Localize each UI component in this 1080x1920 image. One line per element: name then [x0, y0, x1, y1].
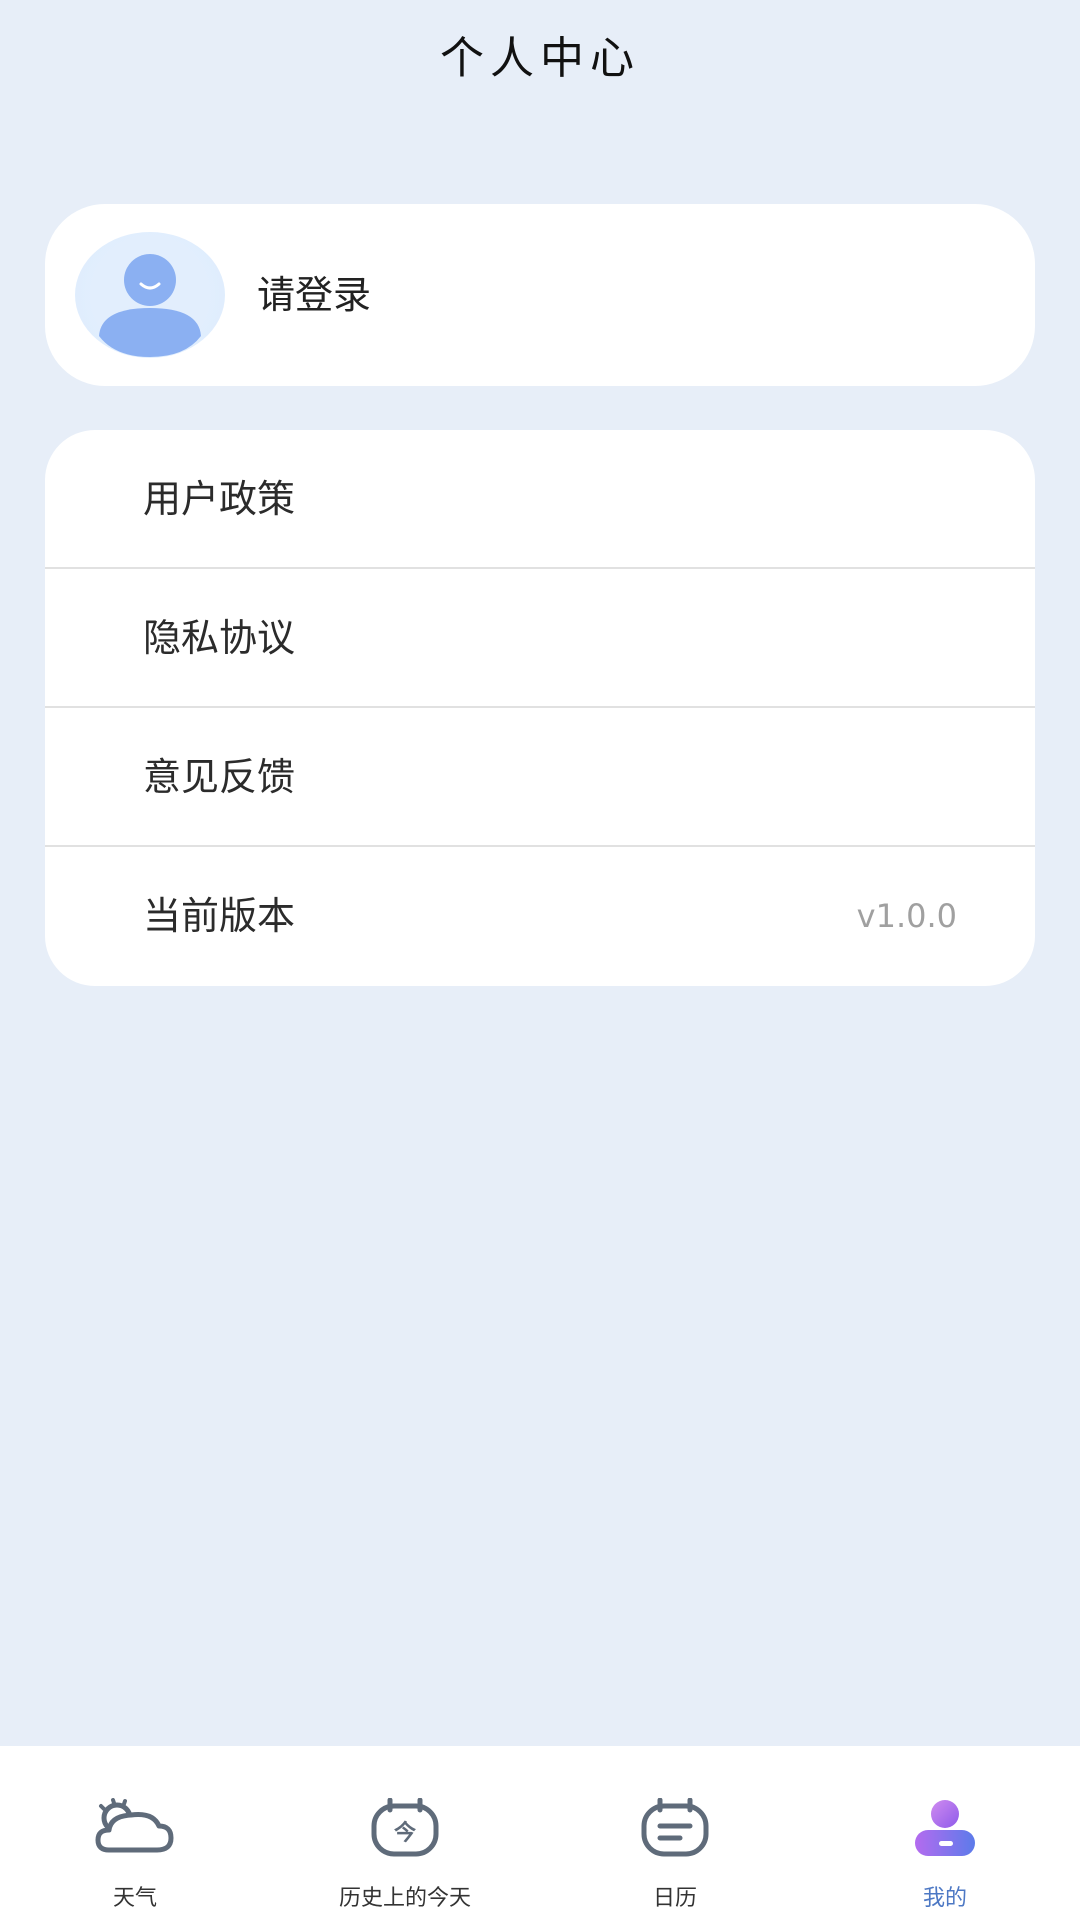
today-calendar-icon: 今 [371, 1798, 439, 1857]
settings-menu: 用户政策 隐私协议 意见反馈 当前版本 v1.0.0 [45, 430, 1035, 986]
menu-item-version[interactable]: 当前版本 v1.0.0 [45, 847, 1035, 986]
tab-today-in-history[interactable]: 今 历史上的今天 [270, 1746, 540, 1920]
tab-label: 我的 [922, 1886, 967, 1911]
tab-label: 历史上的今天 [338, 1886, 471, 1911]
page-title: 个人中心 [440, 33, 640, 84]
bottom-tab-bar: 天气 今 历史上的今天 日历 我的 [0, 1746, 1080, 1920]
avatar[interactable] [75, 232, 225, 358]
profile-icon [915, 1800, 975, 1856]
menu-item-feedback[interactable]: 意见反馈 [45, 708, 1035, 847]
menu-item-label: 用户政策 [143, 477, 296, 521]
login-prompt[interactable]: 请登录 [257, 204, 371, 386]
svg-text:今: 今 [394, 1820, 416, 1846]
tab-calendar[interactable]: 日历 [540, 1746, 810, 1920]
tab-weather[interactable]: 天气 [0, 1746, 270, 1920]
menu-item-user-policy[interactable]: 用户政策 [45, 430, 1035, 569]
menu-item-label: 意见反馈 [143, 755, 296, 799]
menu-item-label: 隐私协议 [143, 616, 296, 660]
menu-item-privacy[interactable]: 隐私协议 [45, 569, 1035, 708]
avatar-icon [90, 235, 210, 357]
tab-label: 日历 [652, 1886, 697, 1911]
menu-item-label: 当前版本 [143, 894, 296, 938]
tab-label: 天气 [112, 1886, 157, 1911]
login-card[interactable]: 请登录 [45, 204, 1035, 386]
calendar-icon [641, 1798, 709, 1857]
tab-profile[interactable]: 我的 [810, 1746, 1080, 1920]
weather-cloud-icon [95, 1798, 174, 1853]
profile-page: 个人中心 请登录 用户政策 隐私协议 意见反馈 当前版本 v1.0.0 天气 今… [0, 0, 1080, 1920]
version-value: v1.0.0 [856, 897, 957, 935]
